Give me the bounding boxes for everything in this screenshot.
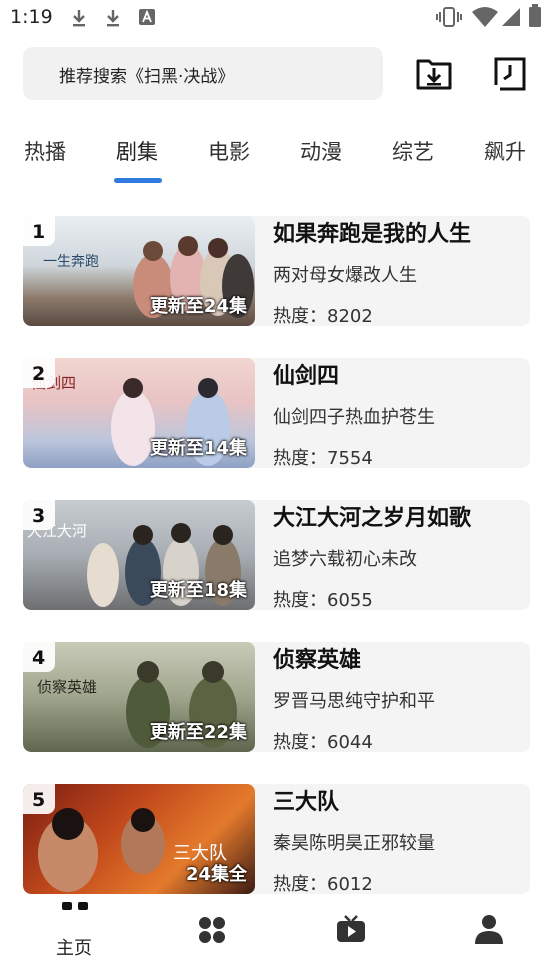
item-heat: 热度：6012 (273, 874, 373, 894)
tab-hot[interactable]: 热播 (24, 136, 66, 166)
item-title: 如果奔跑是我的人生 (273, 222, 472, 247)
tv-icon (337, 915, 365, 942)
vibrate-icon (436, 7, 462, 27)
item-description: 两对母女爆改人生 (273, 265, 417, 286)
bottom-nav: 主页 (0, 896, 554, 980)
download-icon (73, 10, 85, 27)
poster-thumbnail: 三大队 5 24集全 (23, 784, 255, 894)
list-item[interactable]: 大江大河 3 更新至18集 大江大河之岁月如歌 追梦六载初心未改 热度：6055 (23, 500, 530, 610)
item-title: 侦察英雄 (273, 648, 362, 673)
nav-home[interactable]: 主页 (24, 896, 124, 980)
svg-text:一生奔跑: 一生奔跑 (43, 254, 99, 270)
update-status: 更新至22集 (149, 722, 247, 743)
tab-variety[interactable]: 综艺 (392, 136, 434, 166)
item-heat: 热度：7554 (273, 448, 373, 468)
a-box-icon (139, 9, 155, 25)
poster-thumbnail: 侦察英雄 4 更新至22集 (23, 642, 255, 752)
home-icon (62, 902, 88, 910)
signal-icon (502, 8, 520, 26)
poster-thumbnail: 一生奔跑 1 更新至24集 (23, 216, 255, 326)
history-icon[interactable] (490, 55, 528, 93)
search-placeholder: 推荐搜索《扫黑·决战》 (59, 67, 235, 87)
tab-anime[interactable]: 动漫 (300, 136, 342, 166)
active-tab-indicator (114, 178, 162, 183)
profile-icon (475, 915, 503, 944)
battery-icon (529, 4, 541, 27)
update-status: 24集全 (185, 864, 247, 885)
status-time: 1:19 (10, 6, 53, 28)
item-title: 仙剑四 (273, 364, 340, 389)
rank-badge: 5 (23, 784, 55, 814)
tab-series[interactable]: 剧集 (116, 136, 158, 166)
tab-rising[interactable]: 飙升 (484, 136, 526, 166)
item-description: 罗晋马思纯守护和平 (273, 691, 435, 712)
list-item[interactable]: 一生奔跑 1 更新至24集 如果奔跑是我的人生 两对母女爆改人生 热度：8202 (23, 216, 530, 326)
poster-thumbnail: 大江大河 3 更新至18集 (23, 500, 255, 610)
update-status: 更新至14集 (149, 438, 247, 459)
nav-profile[interactable] (438, 896, 538, 980)
rank-badge: 3 (23, 500, 55, 530)
tab-movies[interactable]: 电影 (208, 136, 250, 166)
nav-apps[interactable] (162, 896, 262, 980)
apps-icon (199, 917, 225, 943)
rank-badge: 4 (23, 642, 55, 672)
item-description: 仙剑四子热血护苍生 (273, 407, 435, 428)
nav-home-label: 主页 (56, 938, 92, 959)
poster-thumbnail: 仙剑四 2 更新至14集 (23, 358, 255, 468)
item-heat: 热度：8202 (273, 306, 373, 326)
list-item[interactable]: 仙剑四 2 更新至14集 仙剑四 仙剑四子热血护苍生 热度：7554 (23, 358, 530, 468)
wifi-icon (472, 7, 498, 27)
download-folder-icon[interactable] (415, 55, 453, 93)
list-item[interactable]: 侦察英雄 4 更新至22集 侦察英雄 罗晋马思纯守护和平 热度：6044 (23, 642, 530, 752)
item-title: 大江大河之岁月如歌 (273, 506, 472, 531)
item-description: 秦昊陈明昊正邪较量 (273, 833, 435, 854)
nav-tv[interactable] (300, 896, 400, 980)
list-item[interactable]: 三大队 5 24集全 三大队 秦昊陈明昊正邪较量 热度：6012 (23, 784, 530, 894)
item-heat: 热度：6044 (273, 732, 373, 752)
rank-badge: 1 (23, 216, 55, 246)
svg-text:侦察英雄: 侦察英雄 (37, 678, 97, 696)
status-bar: 1:19 (0, 0, 554, 34)
category-tabs: 热播 剧集 电影 动漫 综艺 飙升 (0, 128, 554, 192)
download-icon (107, 10, 119, 27)
update-status: 更新至18集 (149, 580, 247, 601)
item-title: 三大队 (273, 790, 340, 815)
item-description: 追梦六载初心未改 (273, 549, 417, 570)
search-box[interactable]: 推荐搜索《扫黑·决战》 (23, 47, 383, 100)
update-status: 更新至24集 (149, 296, 247, 317)
rank-badge: 2 (23, 358, 55, 388)
item-heat: 热度：6055 (273, 590, 373, 610)
